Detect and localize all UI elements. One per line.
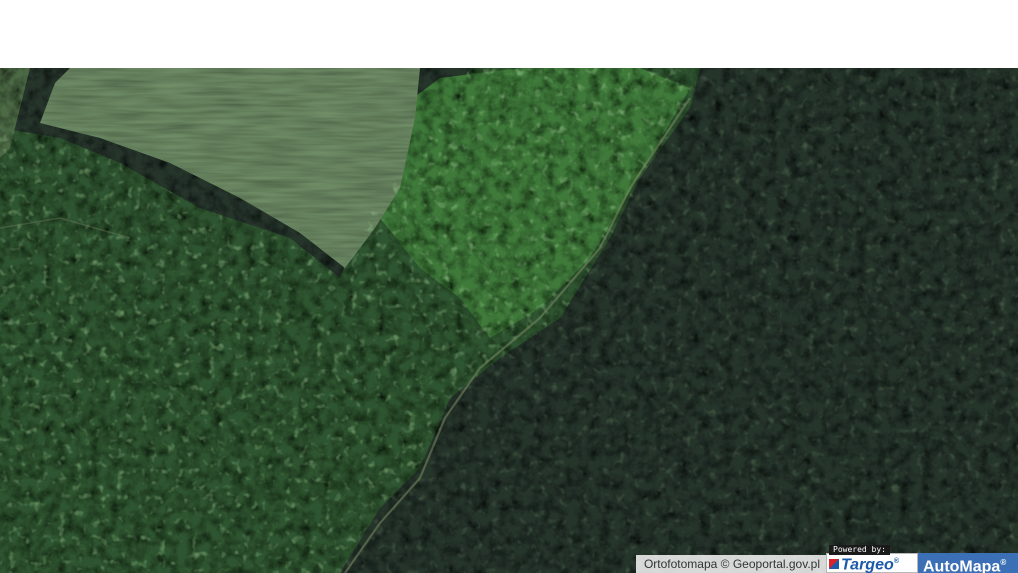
orthophoto-map[interactable] (0, 68, 1018, 573)
automapa-registered-mark: ® (1000, 558, 1007, 567)
targeo-mark-icon (829, 559, 839, 569)
automapa-logo-badge[interactable]: AutoMapa® (918, 553, 1018, 573)
map-attribution-bar: Ortofotomapa © Geoportal.gov.pl Powered … (635, 545, 1018, 573)
targeo-wordmark: Targeo® (841, 556, 899, 573)
targeo-logo: Targeo® (829, 556, 899, 573)
map-attribution[interactable]: Ortofotomapa © Geoportal.gov.pl (635, 555, 826, 573)
map-viewport[interactable] (0, 68, 1018, 573)
automapa-wordmark: AutoMapa (923, 558, 1001, 573)
targeo-logo-badge[interactable]: Powered by: Targeo® (826, 545, 918, 573)
map-page: Ortofotomapa © Geoportal.gov.pl Powered … (0, 0, 1018, 573)
